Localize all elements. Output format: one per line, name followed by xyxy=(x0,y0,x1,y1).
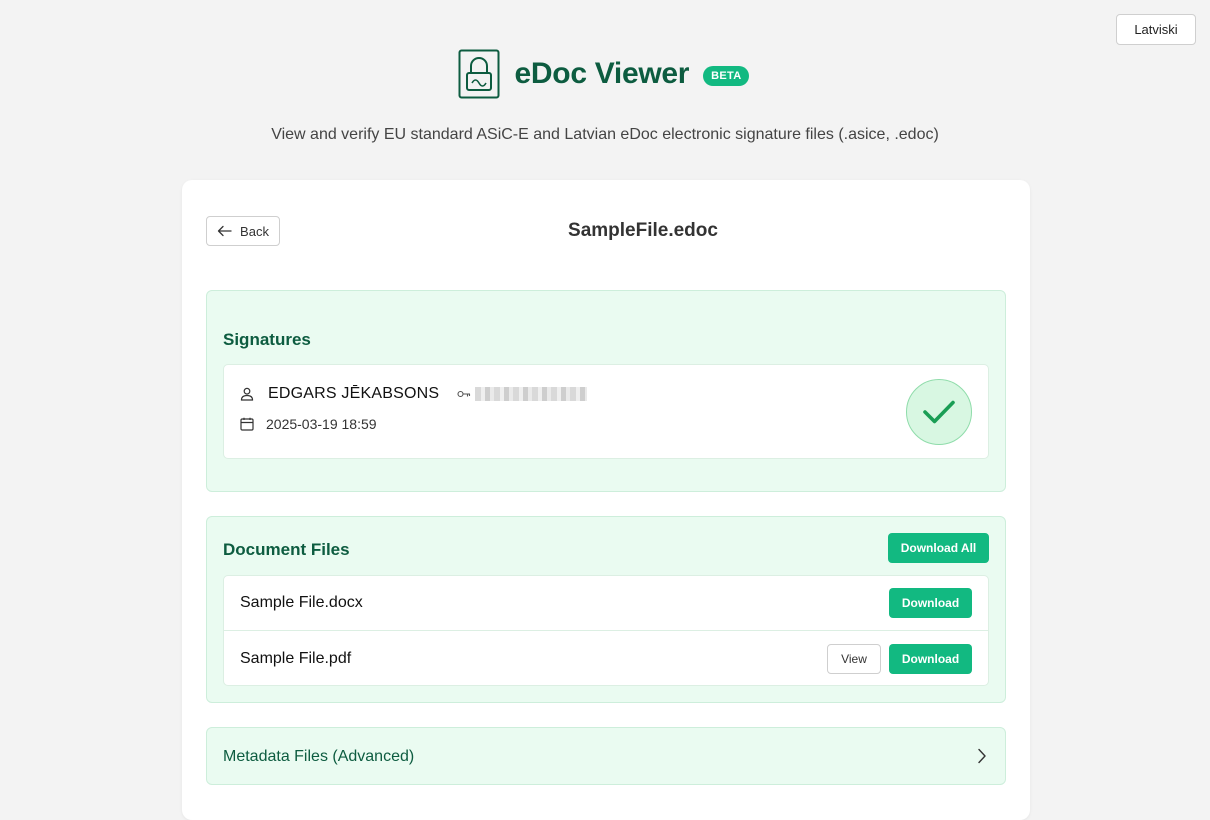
signature-date: 2025-03-19 18:59 xyxy=(266,416,377,432)
download-button[interactable]: Download xyxy=(889,588,972,618)
signatures-title: Signatures xyxy=(223,330,311,349)
list-item: Sample File.pdf View Download xyxy=(224,631,988,686)
app-subtitle: View and verify EU standard ASiC-E and L… xyxy=(271,126,939,143)
document-files-title: Document Files xyxy=(223,540,350,559)
checkmark-icon xyxy=(923,400,955,424)
view-button[interactable]: View xyxy=(827,643,881,674)
signatures-section: Signatures EDGARS JĒKABSONS 2025-03-19 1… xyxy=(206,290,1006,492)
files-list: Sample File.docx Download Sample File.pd… xyxy=(223,575,989,686)
beta-badge: BETA xyxy=(703,65,750,86)
file-name: Sample File.pdf xyxy=(240,649,352,667)
signature-valid-badge xyxy=(906,379,972,445)
download-all-button[interactable]: Download All xyxy=(888,533,989,563)
metadata-files-accordion[interactable]: Metadata Files (Advanced) xyxy=(206,727,1006,785)
key-icon xyxy=(457,390,471,398)
download-button[interactable]: Download xyxy=(889,643,972,674)
file-name: Sample File.docx xyxy=(240,594,363,611)
app-header: eDoc Viewer BETA xyxy=(0,49,1210,99)
user-icon xyxy=(240,387,254,401)
language-toggle-button[interactable]: Latviski xyxy=(1116,14,1196,45)
calendar-icon xyxy=(240,417,254,431)
file-title: SampleFile.edoc xyxy=(568,220,718,241)
signer-name: EDGARS JĒKABSONS xyxy=(268,385,440,402)
document-card: Back SampleFile.edoc Signatures EDGARS J… xyxy=(182,180,1030,820)
list-item: Sample File.docx Download xyxy=(224,576,988,631)
signature-card: EDGARS JĒKABSONS 2025-03-19 18:59 xyxy=(223,364,989,459)
app-title: eDoc Viewer xyxy=(514,57,690,90)
metadata-files-title: Metadata Files (Advanced) xyxy=(223,748,415,765)
redacted-personal-code xyxy=(475,387,588,401)
document-files-section: Document Files Download All Sample File.… xyxy=(206,516,1006,703)
chevron-right-icon xyxy=(978,748,986,764)
lock-document-logo-icon xyxy=(458,49,500,99)
